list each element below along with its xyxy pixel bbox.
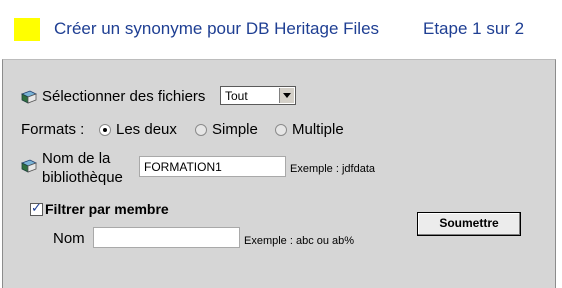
radio-multiple[interactable]	[275, 124, 287, 136]
radio-simple[interactable]	[195, 124, 207, 136]
step-indicator: Etape 1 sur 2	[423, 19, 525, 38]
formats-label: Formats :	[21, 121, 85, 138]
filter-checkbox[interactable]	[30, 201, 43, 216]
radio-les-deux[interactable]	[99, 124, 111, 136]
header: Créer un synonyme pour DB Heritage Files…	[0, 0, 562, 59]
files-select-value: Tout	[225, 89, 248, 103]
book-icon	[21, 159, 37, 173]
library-example: Exemple : jdfdata	[290, 163, 375, 175]
submit-button[interactable]: Soumettre	[417, 212, 521, 236]
book-icon	[21, 90, 37, 104]
library-label-line2: bibliothèque	[42, 169, 123, 186]
library-label-line1: Nom de la	[42, 150, 111, 167]
member-name-field[interactable]	[93, 227, 240, 248]
chevron-down-icon[interactable]	[279, 88, 294, 103]
files-select[interactable]: Tout	[220, 86, 296, 105]
library-name-field[interactable]: FORMATION1	[139, 156, 286, 177]
radio-simple-label: Simple	[212, 121, 258, 138]
yellow-marker	[14, 18, 40, 41]
select-files-label: Sélectionner des fichiers	[42, 88, 206, 105]
filter-label: Filtrer par membre	[45, 201, 169, 217]
radio-les-deux-label: Les deux	[116, 121, 177, 138]
member-name-label: Nom	[53, 230, 85, 247]
radio-multiple-label: Multiple	[292, 121, 344, 138]
member-example: Exemple : abc ou ab%	[244, 235, 355, 247]
page-title: Créer un synonyme pour DB Heritage Files	[54, 19, 380, 38]
